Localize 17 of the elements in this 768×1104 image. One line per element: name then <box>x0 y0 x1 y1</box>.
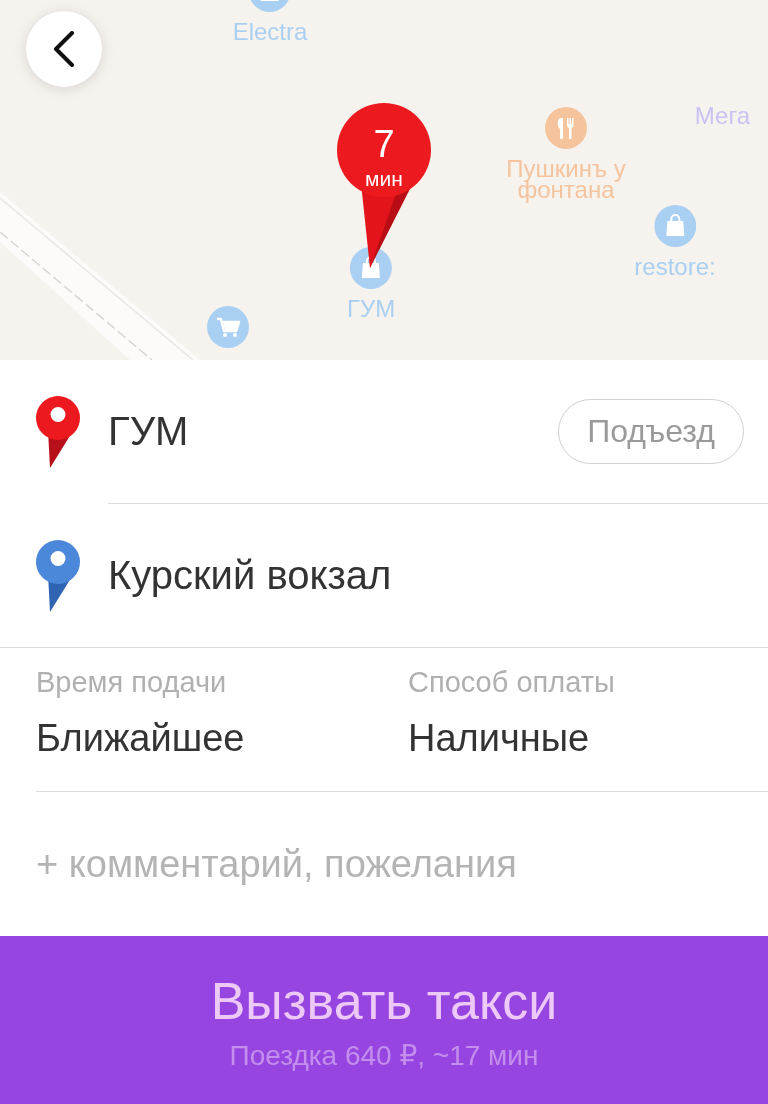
eta-unit: мин <box>365 168 403 190</box>
option-label: Способ оплаты <box>408 665 615 699</box>
location-pin-icon <box>36 539 80 612</box>
entrance-button[interactable]: Подъезд <box>558 399 744 464</box>
eta-minutes: 7 <box>373 124 395 164</box>
address-text[interactable]: ГУМ <box>108 409 559 454</box>
back-chevron-icon <box>53 31 75 67</box>
place-label[interactable]: restore: <box>634 256 716 277</box>
address-text[interactable]: Курский вокзал <box>108 553 744 598</box>
place-label[interactable]: ГУМ <box>346 298 396 319</box>
order-taxi-button[interactable]: Вызвать такси Поездка 640 ₽, ~17 мин <box>0 936 768 1104</box>
option-value[interactable]: Наличные <box>408 715 590 761</box>
option-value[interactable]: Ближайшее <box>36 715 245 761</box>
add-comment-button[interactable]: + комментарий, пожелания <box>36 842 517 886</box>
option-label: Время подачи <box>36 665 227 699</box>
location-pin-icon <box>36 395 80 468</box>
place-label[interactable]: Electra <box>232 21 308 42</box>
